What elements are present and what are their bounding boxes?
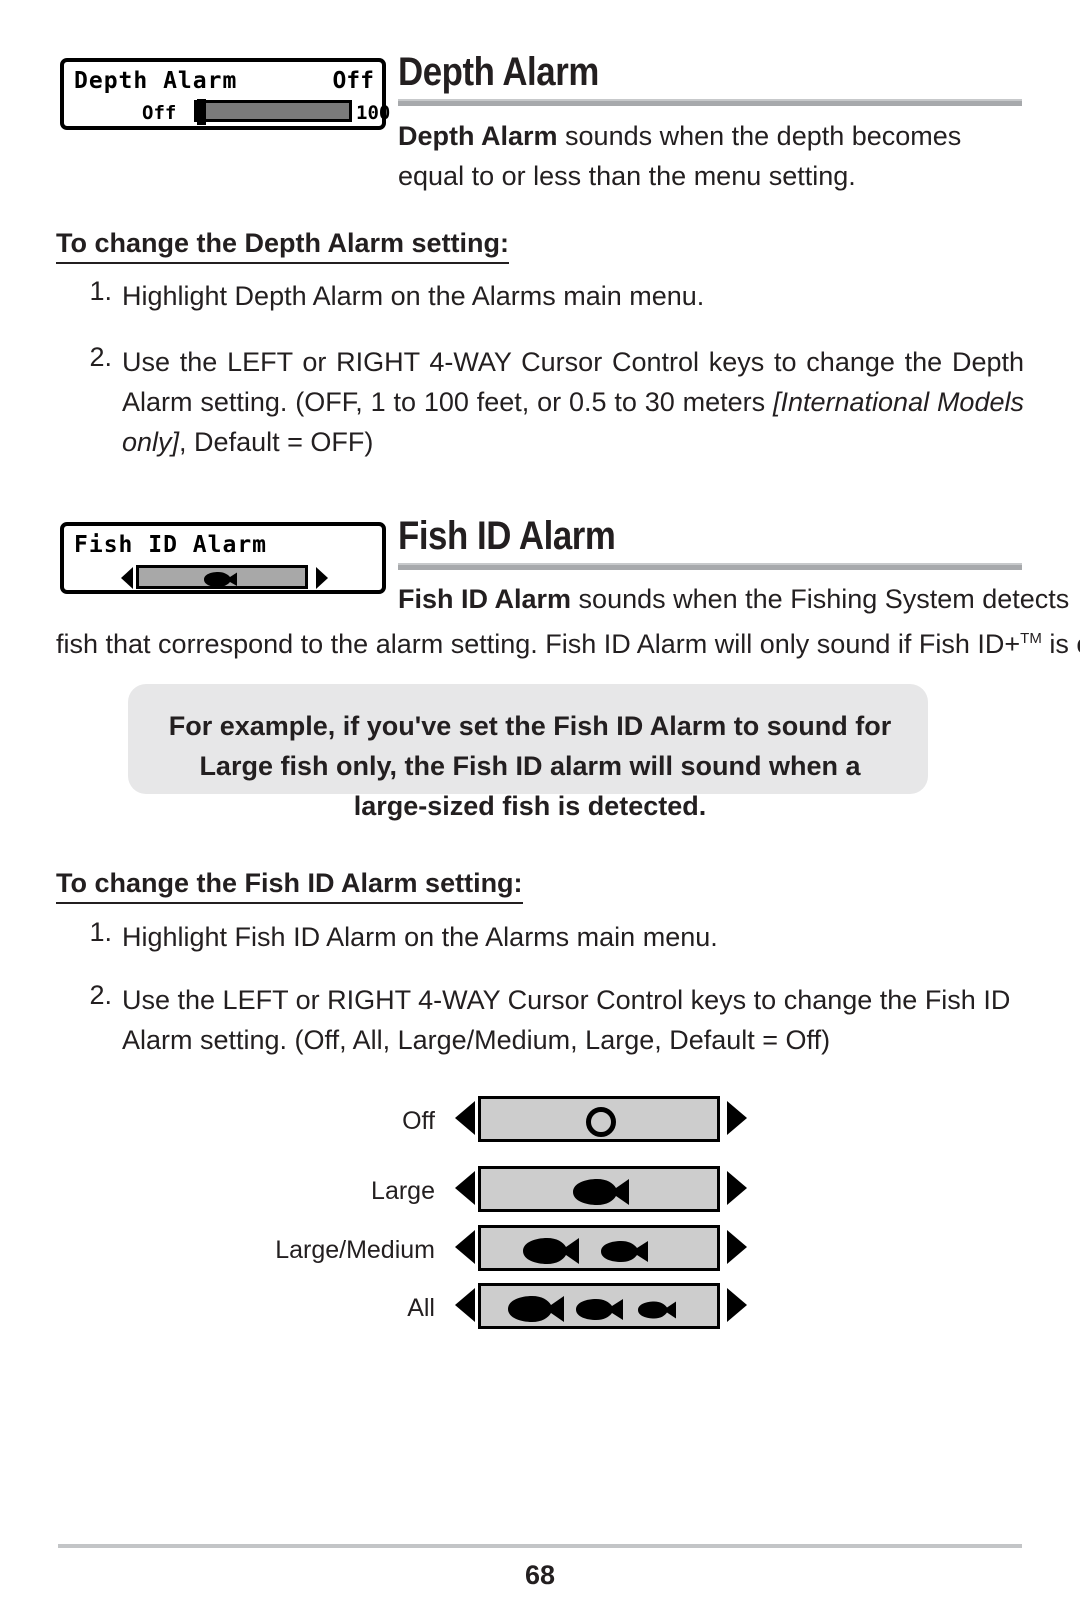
lcd-depth-alarm-max-label: 100: [356, 102, 391, 124]
fish-icon: [204, 572, 237, 587]
diagram-bar-large: [478, 1166, 720, 1212]
fish-icon-medium-2: [576, 1299, 623, 1320]
fish-id-intro-line2: fish that correspond to the alarm settin…: [56, 619, 1080, 664]
diagram-right-arrow-icon-large: [727, 1171, 747, 1205]
depth-alarm-intro-bold: Depth Alarm: [398, 121, 558, 151]
fish-id-intro-bold: Fish ID Alarm: [398, 584, 572, 614]
fish-icon-large-3: [508, 1296, 564, 1322]
fish-icon-large: [573, 1179, 629, 1205]
subheading-change-fish-id-alarm: To change the Fish ID Alarm setting:: [56, 868, 523, 904]
fish-icon-large-2: [523, 1238, 579, 1264]
lcd-depth-alarm-slider-thumb: [197, 99, 206, 125]
depth-step-2-number: 2.: [89, 342, 112, 372]
fish-icon-small: [638, 1301, 676, 1319]
lcd-depth-alarm-value: Off: [332, 68, 374, 94]
diagram-left-arrow-icon-large: [455, 1171, 475, 1205]
diagram-row-label-off: Off: [402, 1107, 435, 1135]
diagram-left-arrow-icon-large-medium: [455, 1230, 475, 1264]
diagram-right-arrow-icon-off: [727, 1101, 747, 1135]
lcd-depth-alarm-slider-bar: [194, 99, 352, 125]
subheading-change-depth-alarm: To change the Depth Alarm setting:: [56, 228, 510, 264]
no-fish-circle-icon: [586, 1107, 616, 1137]
lcd-fish-id-slider-bar: [136, 565, 308, 589]
diagram-row-label-all: All: [407, 1294, 435, 1322]
example-callout-text: For example, if you've set the Fish ID A…: [168, 711, 892, 821]
fish-id-intro-line1: Fish ID Alarm sounds when the Fishing Sy…: [398, 579, 1069, 619]
section-heading-depth-alarm: Depth Alarm: [398, 50, 599, 94]
lcd-fish-id-right-arrow-icon: [316, 567, 328, 589]
fish-step-2-text: Use the LEFT or RIGHT 4-WAY Cursor Contr…: [122, 985, 1011, 1055]
trademark-symbol: TM: [1020, 630, 1042, 647]
section-heading-fish-id-alarm: Fish ID Alarm: [398, 514, 616, 558]
diagram-right-arrow-icon-all: [727, 1288, 747, 1322]
diagram-right-arrow-icon-large-medium: [727, 1230, 747, 1264]
lcd-fish-id-left-arrow-icon: [121, 567, 133, 589]
lcd-depth-alarm-min-label: Off: [142, 102, 177, 124]
lcd-depth-alarm-title: Depth Alarm: [74, 68, 238, 94]
diagram-bar-all: [478, 1283, 720, 1329]
fish-step-1-text: Highlight Fish ID Alarm on the Alarms ma…: [122, 922, 718, 952]
diagram-bar-off: [478, 1096, 720, 1142]
footer-rule: [58, 1544, 1022, 1548]
diagram-row-label-large: Large: [371, 1177, 435, 1205]
diagram-left-arrow-icon-all: [455, 1288, 475, 1322]
heading-rule-fish-id-alarm: [398, 565, 1022, 570]
heading-rule-depth-alarm: [398, 101, 1022, 106]
fish-step-2-number: 2.: [89, 980, 112, 1010]
page-number: 68: [524, 1560, 556, 1590]
depth-step-2-text-after: , Default = OFF): [179, 427, 374, 457]
depth-alarm-intro-paragraph: Depth Alarm sounds when the depth become…: [398, 116, 1024, 196]
depth-alarm-lcd-screenshot: Depth Alarm Off Off 100: [60, 58, 390, 130]
fish-id-alarm-lcd-screenshot: Fish ID Alarm: [60, 522, 386, 594]
depth-step-2-text: Use the LEFT or RIGHT 4-WAY Cursor Contr…: [122, 342, 1024, 462]
depth-step-1-number: 1.: [89, 276, 112, 306]
diagram-row-label-large-medium: Large/Medium: [275, 1236, 435, 1264]
fish-id-intro-line2-text: fish that correspond to the alarm settin…: [56, 629, 1021, 659]
fish-id-intro-line2-tail: is on.: [1049, 629, 1080, 659]
fish-icon-medium: [601, 1241, 648, 1262]
lcd-fish-id-alarm-title: Fish ID Alarm: [74, 532, 268, 558]
fish-id-intro-line1-rest: sounds when the Fishing System detects: [571, 584, 1070, 614]
fish-step-1-number: 1.: [89, 917, 112, 947]
depth-step-1-text: Highlight Depth Alarm on the Alarms main…: [122, 281, 705, 311]
diagram-bar-large-medium: [478, 1225, 720, 1271]
diagram-left-arrow-icon-off: [455, 1101, 475, 1135]
